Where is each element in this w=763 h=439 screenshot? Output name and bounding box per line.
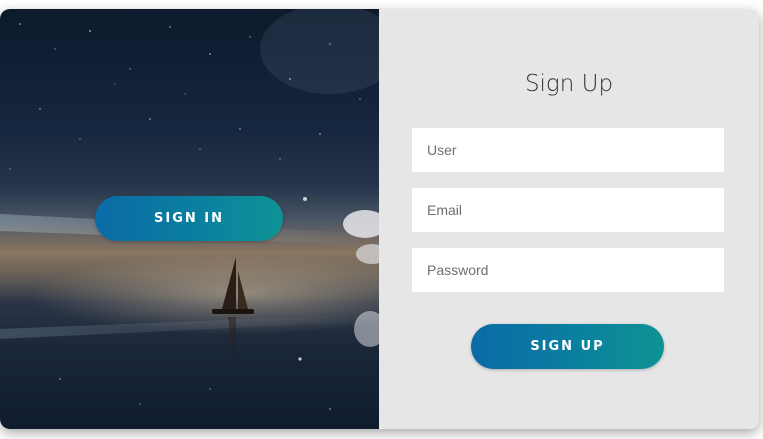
signup-form-panel: Sign Up SIGN UP [379, 9, 759, 429]
sign-in-button[interactable]: SIGN IN [95, 196, 283, 241]
password-input[interactable] [412, 248, 724, 292]
sign-up-button[interactable]: SIGN UP [471, 324, 664, 369]
user-input[interactable] [412, 128, 724, 172]
form-title: Sign Up [524, 71, 614, 97]
email-input[interactable] [412, 188, 724, 232]
auth-card: SIGN IN Sign Up SIGN UP [0, 9, 759, 429]
background-image-panel: SIGN IN [0, 9, 379, 429]
